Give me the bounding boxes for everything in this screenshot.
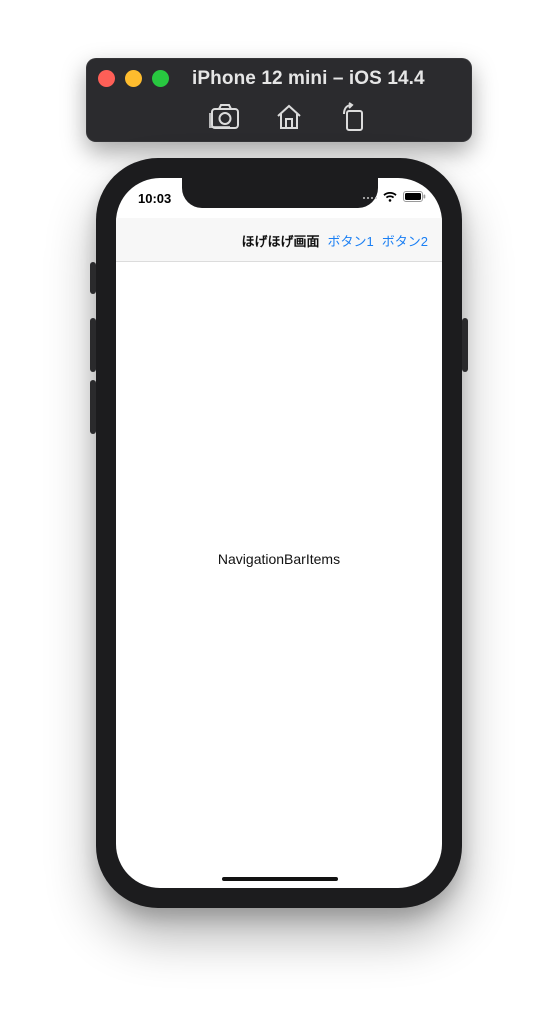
navigation-title: ほげほげ画面 xyxy=(241,234,320,249)
desktop-stage: iPhone 12 mini – iOS 14.4 10:03 ほげほげ画面 ボ… xyxy=(0,0,559,1024)
navigation-bar: ほげほげ画面 ボタン1 ボタン2 xyxy=(116,218,442,262)
iphone-device: 10:03 ほげほげ画面 ボタン1 ボタン2 NavigationBarItem… xyxy=(90,158,468,908)
close-window-button[interactable] xyxy=(98,70,115,87)
nav-button-1[interactable]: ボタン1 xyxy=(328,231,374,250)
screenshot-button[interactable] xyxy=(208,102,242,132)
power-button[interactable] xyxy=(462,318,468,372)
signal-dots-icon xyxy=(363,195,377,199)
volume-down-button[interactable] xyxy=(90,380,96,434)
rotate-button[interactable] xyxy=(336,102,370,132)
battery-icon xyxy=(403,191,426,202)
simulator-toolbar xyxy=(208,102,370,132)
home-indicator[interactable] xyxy=(222,877,338,881)
minimize-window-button[interactable] xyxy=(125,70,142,87)
content-label: NavigationBarItems xyxy=(217,551,341,567)
simulator-title: iPhone 12 mini – iOS 14.4 xyxy=(192,68,425,89)
phone-screen: 10:03 ほげほげ画面 ボタン1 ボタン2 NavigationBarItem… xyxy=(116,178,442,888)
mute-switch[interactable] xyxy=(90,262,96,294)
nav-button-2[interactable]: ボタン2 xyxy=(382,231,428,250)
status-icons xyxy=(363,191,426,202)
home-icon xyxy=(277,104,301,129)
window-controls xyxy=(98,70,169,87)
home-button[interactable] xyxy=(272,102,306,132)
camera-screenshot-icon xyxy=(209,104,239,129)
simulator-window: iPhone 12 mini – iOS 14.4 xyxy=(86,58,472,142)
status-time: 10:03 xyxy=(138,191,172,206)
navigation-bar-items: ほげほげ画面 ボタン1 ボタン2 xyxy=(242,231,428,250)
rotate-icon xyxy=(343,102,363,131)
wifi-icon xyxy=(383,192,397,202)
volume-up-button[interactable] xyxy=(90,318,96,372)
notch xyxy=(182,178,378,208)
zoom-window-button[interactable] xyxy=(152,70,169,87)
